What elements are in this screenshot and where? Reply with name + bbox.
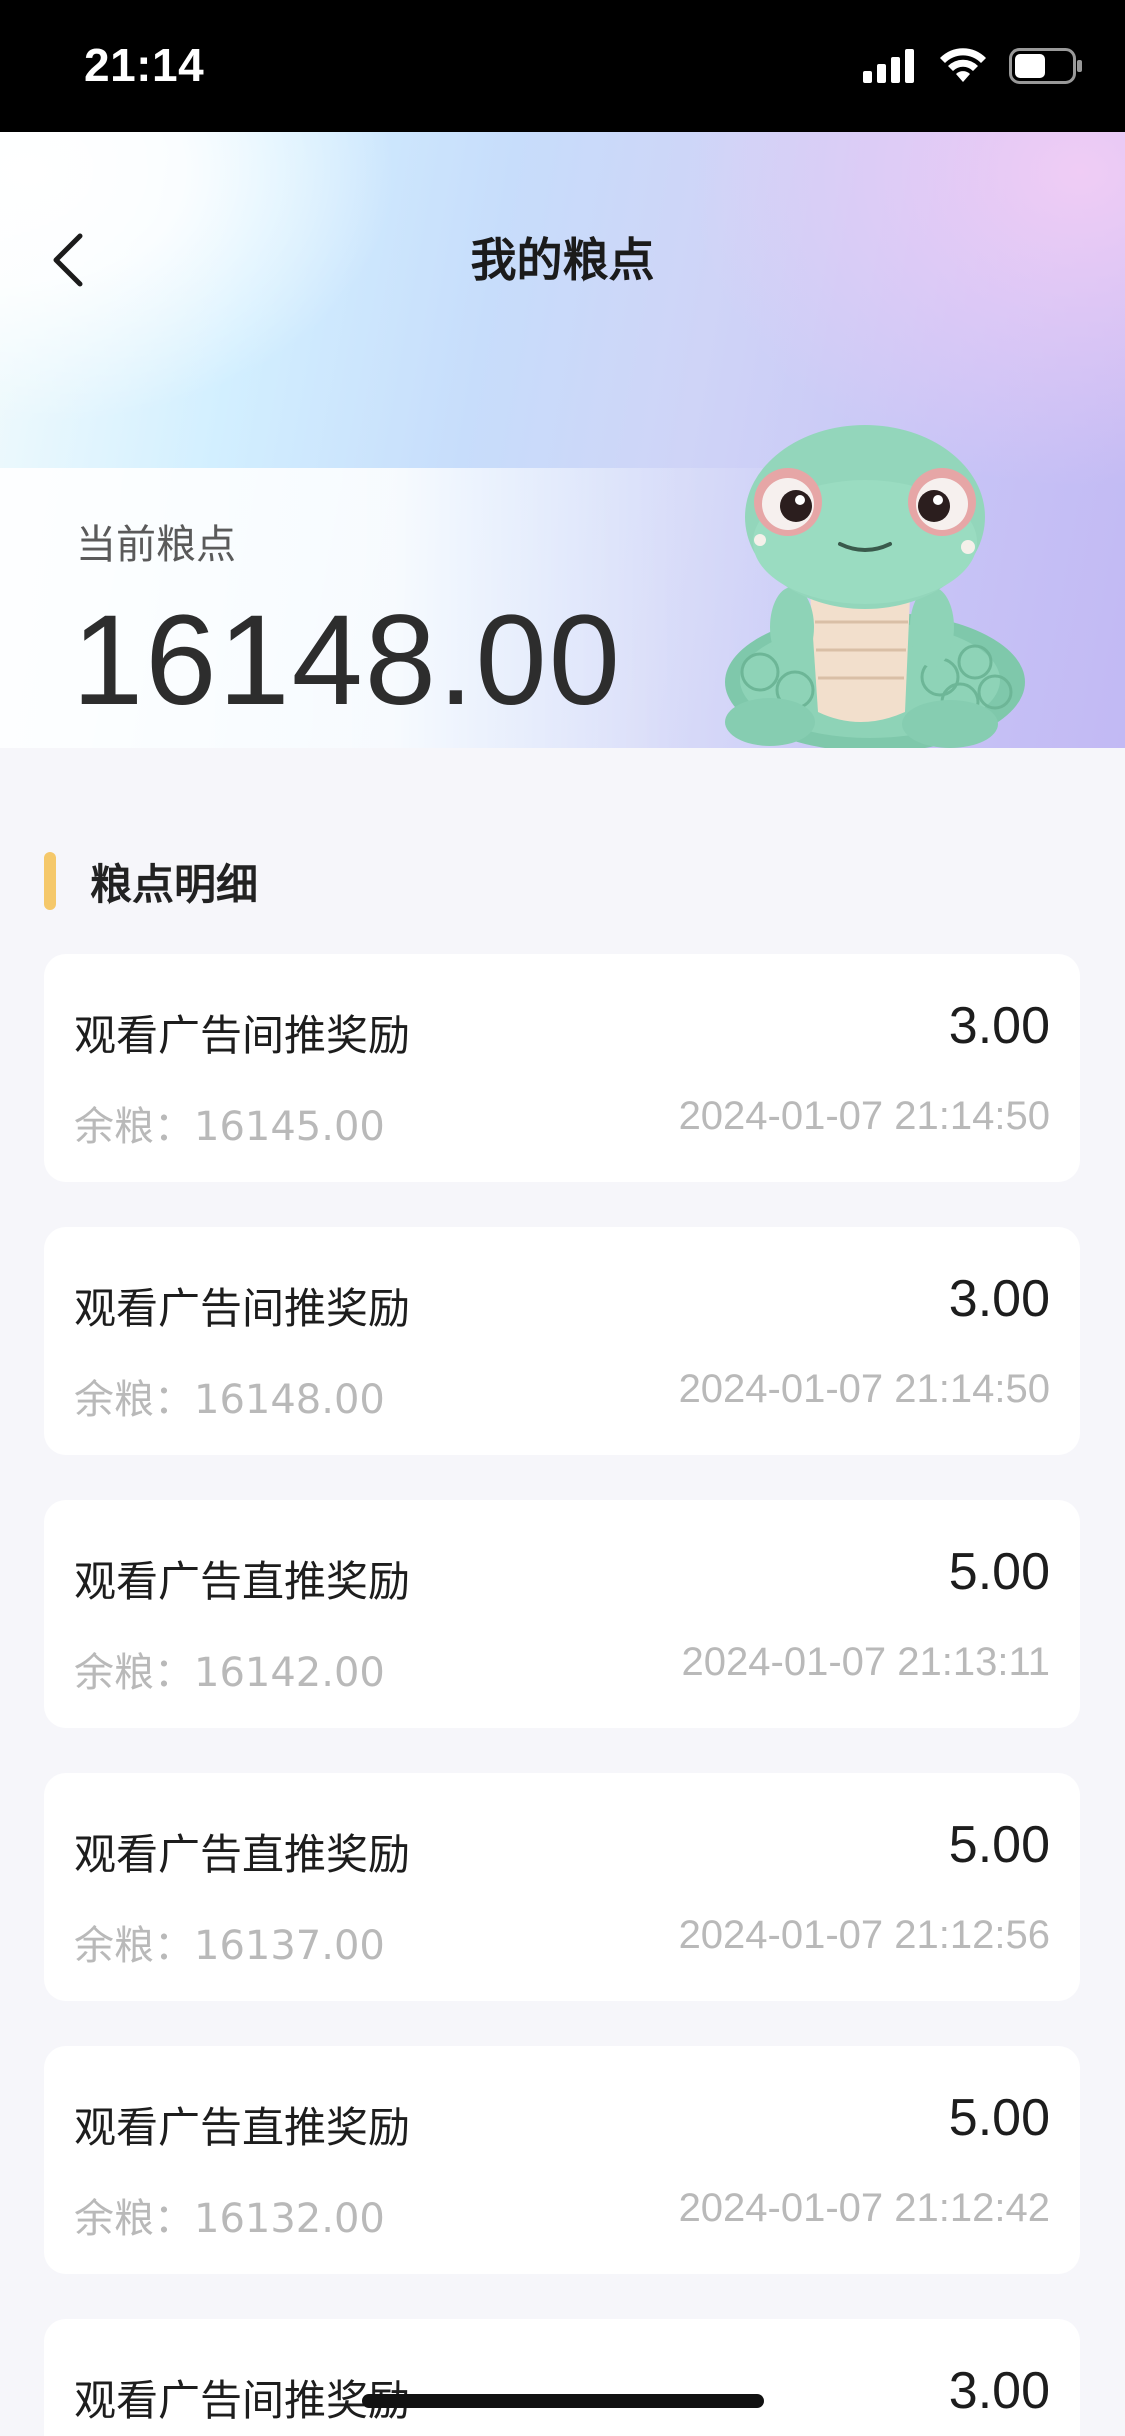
list-item[interactable]: 观看广告直推奖励 5.00 余粮：16137.00 2024-01-07 21:… [44, 1773, 1080, 2001]
record-time: 2024-01-07 21:12:42 [678, 2186, 1050, 2230]
record-title: 观看广告直推奖励 [74, 2103, 411, 2152]
record-amount: 5.00 [948, 1816, 1050, 1874]
battery-icon [1009, 48, 1082, 84]
balance-label: 当前粮点 [76, 522, 236, 568]
status-time: 21:14 [84, 39, 205, 91]
wifi-icon [940, 48, 986, 82]
record-time: 2024-01-07 21:14:50 [678, 1094, 1050, 1138]
page-title: 我的粮点 [470, 233, 655, 287]
record-balance: 余粮：16145.00 [74, 1104, 385, 1150]
record-title: 观看广告直推奖励 [74, 1830, 411, 1879]
list-item[interactable]: 观看广告直推奖励 5.00 余粮：16142.00 2024-01-07 21:… [44, 1500, 1080, 1728]
record-balance: 余粮：16132.00 [74, 2196, 385, 2242]
record-amount: 3.00 [948, 997, 1050, 1055]
status-bar: 21:14 [0, 0, 1125, 132]
list-item[interactable]: 观看广告间推奖励 3.00 余粮：16145.00 2024-01-07 21:… [44, 954, 1080, 1182]
record-title: 观看广告间推奖励 [74, 1284, 411, 1333]
section-accent-bar [44, 852, 56, 910]
turtle-mascot-illustration [725, 425, 1025, 748]
record-balance: 余粮：16142.00 [74, 1650, 385, 1696]
record-time: 2024-01-07 21:13:11 [681, 1640, 1050, 1684]
home-indicator[interactable] [362, 2394, 764, 2408]
status-icons [863, 48, 1083, 84]
record-title: 观看广告直推奖励 [74, 1557, 411, 1606]
record-balance: 余粮：16137.00 [74, 1923, 385, 1969]
record-amount: 5.00 [948, 2089, 1050, 2147]
section-header: 粮点明细 [44, 852, 258, 910]
record-title: 观看广告间推奖励 [74, 1011, 411, 1060]
record-amount: 3.00 [948, 2362, 1050, 2420]
section-title: 粮点明细 [90, 859, 259, 909]
record-title: 观看广告间推奖励 [74, 2376, 411, 2425]
signal-icon [863, 49, 914, 83]
record-amount: 3.00 [948, 1270, 1050, 1328]
list-item[interactable]: 观看广告直推奖励 5.00 余粮：16132.00 2024-01-07 21:… [44, 2046, 1080, 2274]
list-item[interactable]: 观看广告间推奖励 3.00 余粮：16148.00 2024-01-07 21:… [44, 1227, 1080, 1455]
record-time: 2024-01-07 21:14:50 [678, 1367, 1050, 1411]
balance-value: 16148.00 [72, 589, 622, 732]
list-item[interactable]: 观看广告间推奖励 3.00 [44, 2319, 1080, 2436]
record-balance: 余粮：16148.00 [74, 1377, 385, 1423]
record-amount: 5.00 [948, 1543, 1050, 1601]
balance-header: 我的粮点 当前粮点 16148.00 [0, 132, 1125, 748]
record-time: 2024-01-07 21:12:56 [678, 1913, 1050, 1957]
